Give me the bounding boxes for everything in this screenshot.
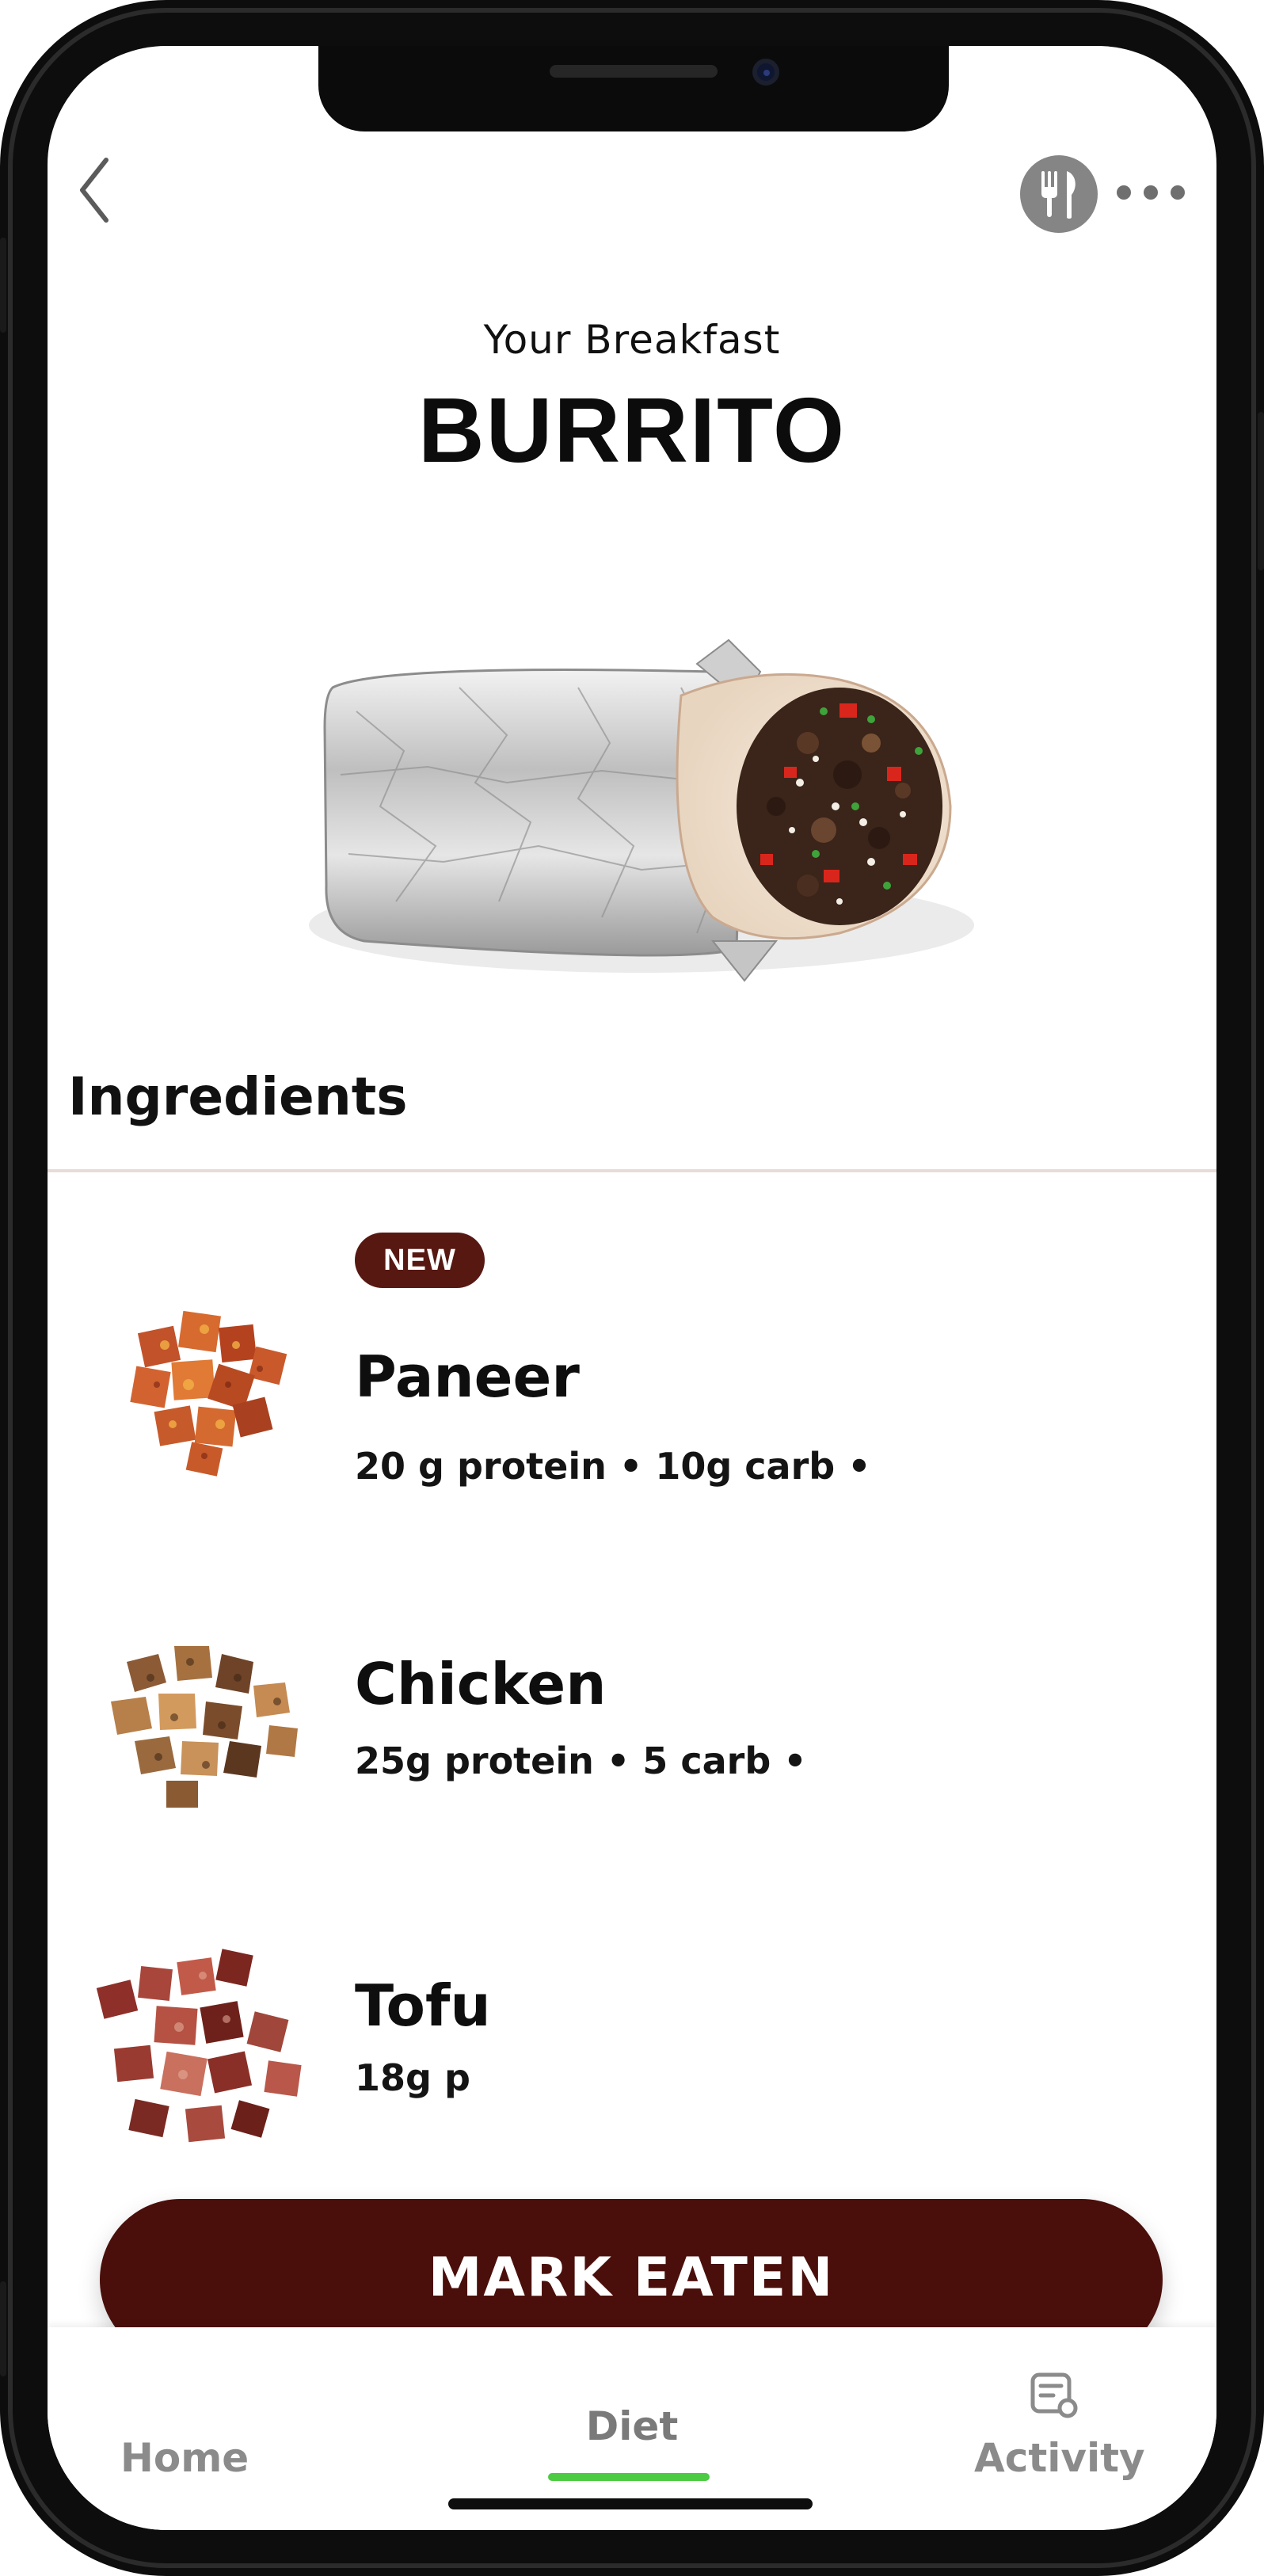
power-button bbox=[1258, 412, 1264, 570]
home-indicator bbox=[448, 2498, 813, 2509]
app-screen: Your Breakfast BURRITO Ingredients NEW P… bbox=[48, 46, 1216, 2530]
phone-frame: Your Breakfast BURRITO Ingredients NEW P… bbox=[0, 0, 1264, 2576]
camera-icon bbox=[752, 59, 779, 86]
meal-subtitle: Your Breakfast bbox=[483, 317, 781, 363]
ingredient-macros: 25g protein • 5 carb • bbox=[355, 1740, 807, 1782]
active-tab-indicator bbox=[548, 2473, 710, 2481]
back-chevron-icon[interactable] bbox=[70, 149, 120, 231]
ingredient-name: Paneer bbox=[355, 1343, 580, 1410]
more-dots-icon[interactable] bbox=[1117, 181, 1185, 204]
paneer-cubes-icon bbox=[130, 1310, 287, 1477]
volume-button-up bbox=[0, 238, 6, 333]
ingredient-name: Chicken bbox=[355, 1651, 607, 1717]
tab-activity[interactable]: Activity bbox=[974, 2435, 1145, 2481]
volume-button-down bbox=[0, 2281, 6, 2376]
divider bbox=[48, 1169, 1216, 1172]
ingredient-name: Tofu bbox=[355, 1972, 491, 2039]
dot bbox=[1171, 185, 1185, 200]
camera-notch bbox=[318, 46, 949, 131]
new-badge: NEW bbox=[355, 1233, 485, 1288]
dot bbox=[1144, 185, 1158, 200]
tofu-cubes-icon bbox=[96, 1949, 302, 2143]
chicken-pieces-icon bbox=[111, 1646, 298, 1808]
dot bbox=[1117, 185, 1131, 200]
ingredient-macros: 18g p bbox=[355, 2056, 470, 2099]
meal-title: BURRITO bbox=[417, 379, 847, 482]
speaker-grille bbox=[550, 65, 718, 78]
ingredients-heading: Ingredients bbox=[68, 1066, 408, 1127]
activity-list-icon[interactable] bbox=[1030, 2372, 1079, 2421]
burrito-image bbox=[309, 638, 974, 982]
utensils-icon[interactable] bbox=[1020, 155, 1098, 233]
ingredient-macros: 20 g protein • 10g carb • bbox=[355, 1445, 871, 1488]
